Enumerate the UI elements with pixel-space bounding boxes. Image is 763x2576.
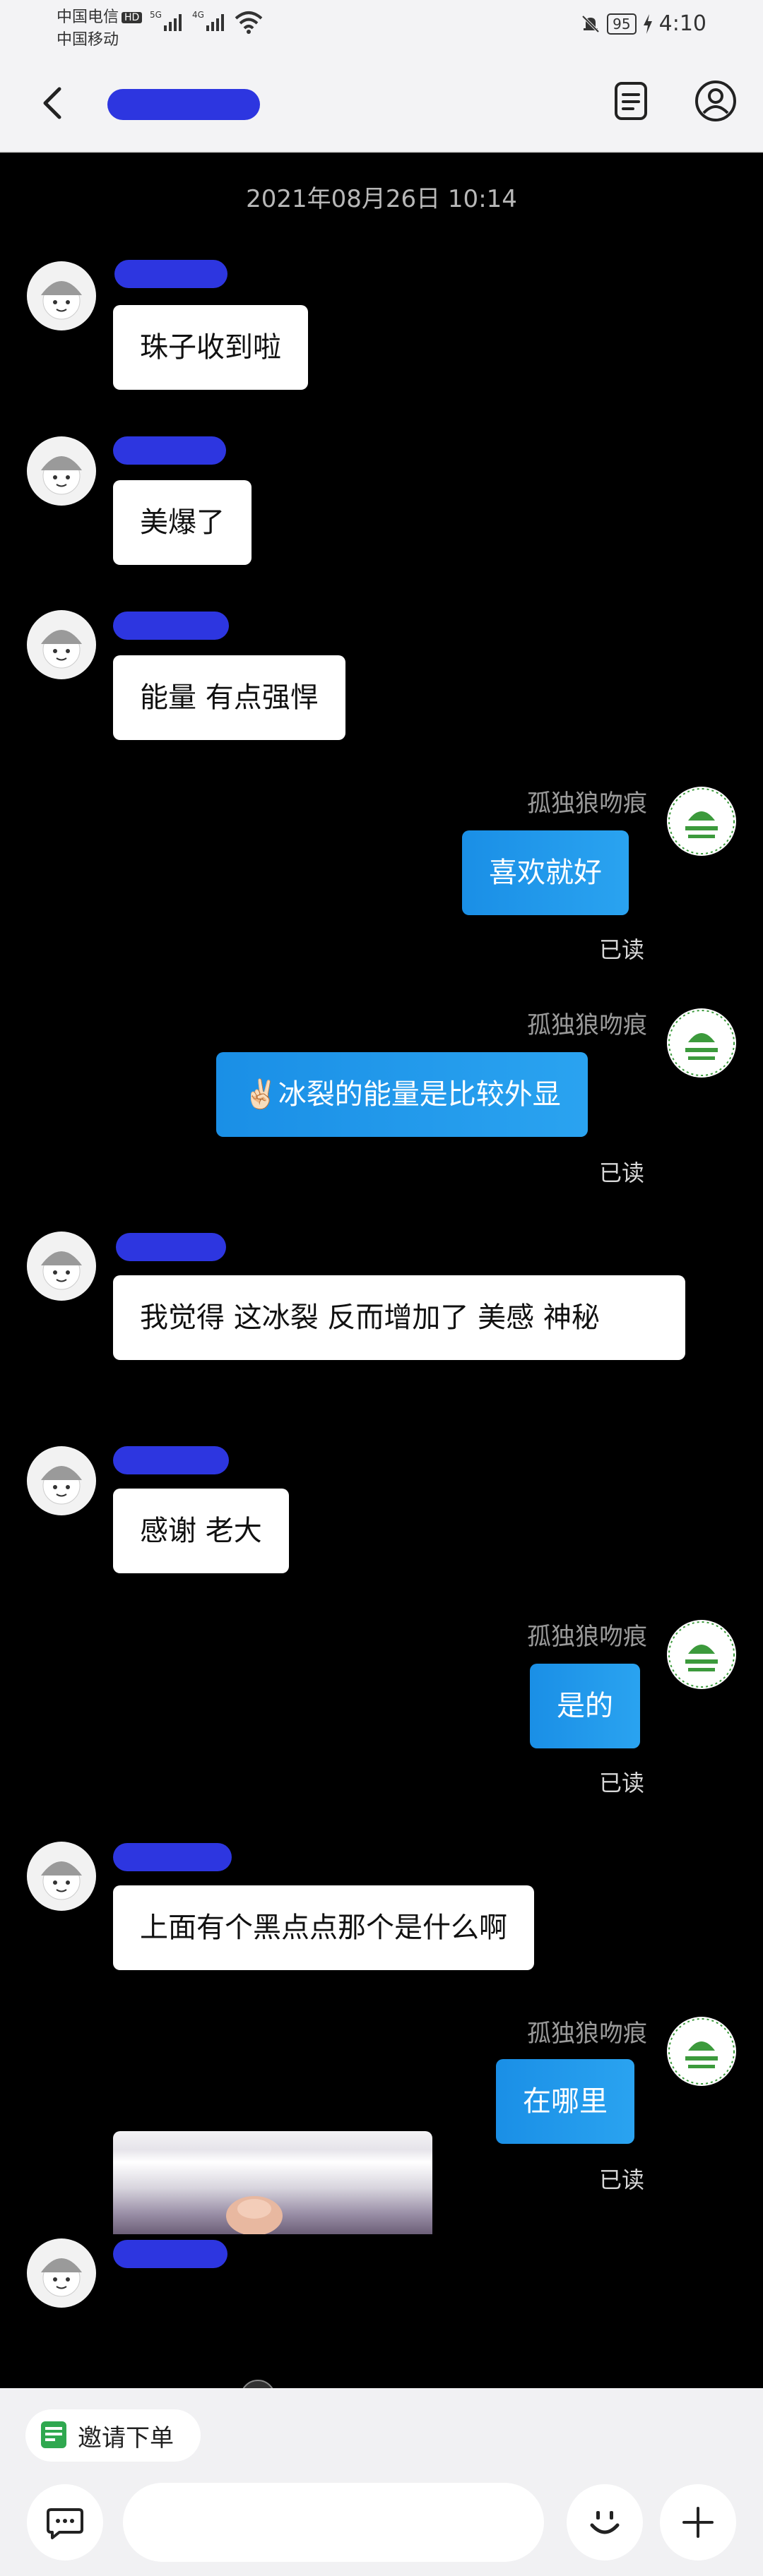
image-message[interactable]: [113, 2131, 432, 2234]
incoming-message[interactable]: 美爆了: [113, 480, 252, 565]
shop-logo-icon: [668, 2018, 735, 2085]
invite-order-button[interactable]: 邀请下单: [25, 2409, 201, 2462]
invite-order-label: 邀请下单: [78, 2423, 174, 2452]
signal-icon: [164, 13, 182, 31]
outgoing-message[interactable]: 喜欢就好: [462, 830, 629, 915]
back-arrow-icon[interactable]: [35, 82, 71, 124]
shop-avatar[interactable]: [667, 2017, 736, 2086]
profile-icon[interactable]: [692, 78, 739, 124]
cartoon-avatar-icon: [41, 1466, 82, 1505]
order-list-icon[interactable]: [608, 78, 654, 124]
cartoon-avatar-icon: [41, 2258, 82, 2297]
order-doc-icon: [41, 2421, 66, 2448]
customer-avatar[interactable]: [27, 436, 96, 506]
battery-indicator: 95: [607, 13, 637, 35]
shop-name: 孤独狼吻痕: [527, 789, 647, 818]
signal-icon-2: [206, 13, 224, 31]
carrier-primary-label: 中国电信: [57, 8, 119, 26]
incoming-message[interactable]: 珠子收到啦: [113, 305, 308, 390]
customer-avatar[interactable]: [27, 261, 96, 330]
status-bar: 中国电信 HD 中国移动 5G 4G 95 4:10: [0, 0, 763, 49]
outgoing-message[interactable]: 是的: [530, 1664, 640, 1748]
customer-name-redacted: [116, 1233, 226, 1261]
smiley-icon: [590, 2511, 620, 2534]
customer-avatar[interactable]: [27, 1842, 96, 1911]
network-type-2: 4G: [192, 10, 204, 20]
cartoon-avatar-icon: [41, 281, 82, 320]
plus-icon: [682, 2507, 714, 2538]
message-input[interactable]: [123, 2483, 544, 2562]
customer-avatar[interactable]: [27, 1232, 96, 1301]
read-receipt: 已读: [599, 2166, 645, 2193]
cartoon-avatar-icon: [41, 1861, 82, 1900]
shop-avatar[interactable]: [667, 1620, 736, 1689]
read-receipt: 已读: [599, 1159, 645, 1186]
customer-avatar[interactable]: [27, 610, 96, 679]
read-receipt: 已读: [599, 1770, 645, 1796]
cartoon-avatar-icon: [41, 456, 82, 495]
customer-avatar[interactable]: [27, 2238, 96, 2308]
mute-bell-icon: [581, 15, 600, 32]
status-right: 95 4:10: [580, 11, 706, 36]
customer-name-redacted: [114, 260, 227, 288]
incoming-message[interactable]: 感谢 老大: [113, 1489, 289, 1573]
read-receipt: 已读: [599, 936, 645, 963]
customer-avatar[interactable]: [27, 1446, 96, 1515]
customer-name-redacted: [113, 2240, 227, 2268]
chat-title-redacted: redacted: [107, 89, 260, 120]
shop-name: 孤独狼吻痕: [527, 2020, 647, 2048]
shop-avatar[interactable]: [667, 1008, 736, 1078]
cartoon-avatar-icon: [41, 630, 82, 669]
more-options-button[interactable]: [660, 2484, 736, 2560]
photo-thumbnail: [226, 2196, 283, 2234]
chat-message-list[interactable]: 2021年08月26日 10:14 珠子收到啦 美爆了 能量 有点强悍 孤独狼吻…: [0, 154, 763, 2388]
chat-bubble-icon: [47, 2508, 83, 2539]
network-type-1: 5G: [150, 10, 162, 20]
shop-logo-icon: [668, 1621, 735, 1688]
clock: 4:10: [658, 11, 706, 36]
incoming-message[interactable]: 我觉得 这冰裂 反而增加了 美感 神秘: [113, 1275, 685, 1360]
carrier-secondary: 中国移动: [57, 31, 119, 49]
cartoon-avatar-icon: [41, 1251, 82, 1290]
customer-name-redacted: [113, 1446, 229, 1474]
customer-name-redacted: [113, 1843, 232, 1871]
chat-header: redacted: [0, 49, 763, 153]
emoji-button[interactable]: [567, 2484, 643, 2560]
input-area: 邀请下单: [0, 2388, 763, 2576]
shop-avatar[interactable]: [667, 787, 736, 856]
outgoing-message[interactable]: 在哪里: [496, 2059, 634, 2144]
charging-icon: [643, 13, 652, 34]
customer-name-redacted: [113, 436, 226, 465]
shop-name: 孤独狼吻痕: [527, 1623, 647, 1651]
shop-logo-icon: [668, 1010, 735, 1076]
customer-name-redacted: [113, 612, 229, 640]
incoming-message[interactable]: 能量 有点强悍: [113, 655, 345, 740]
carrier-primary: 中国电信 HD: [57, 4, 143, 27]
wifi-icon: [235, 11, 263, 34]
shop-logo-icon: [668, 788, 735, 854]
hd-badge: HD: [122, 12, 143, 23]
message-timestamp: 2021年08月26日 10:14: [246, 185, 517, 213]
shop-name: 孤独狼吻痕: [527, 1011, 647, 1039]
incoming-message[interactable]: 上面有个黑点点那个是什么啊: [113, 1885, 534, 1970]
quick-reply-button[interactable]: [27, 2484, 103, 2560]
outgoing-message[interactable]: ✌🏻冰裂的能量是比较外显: [216, 1052, 588, 1137]
